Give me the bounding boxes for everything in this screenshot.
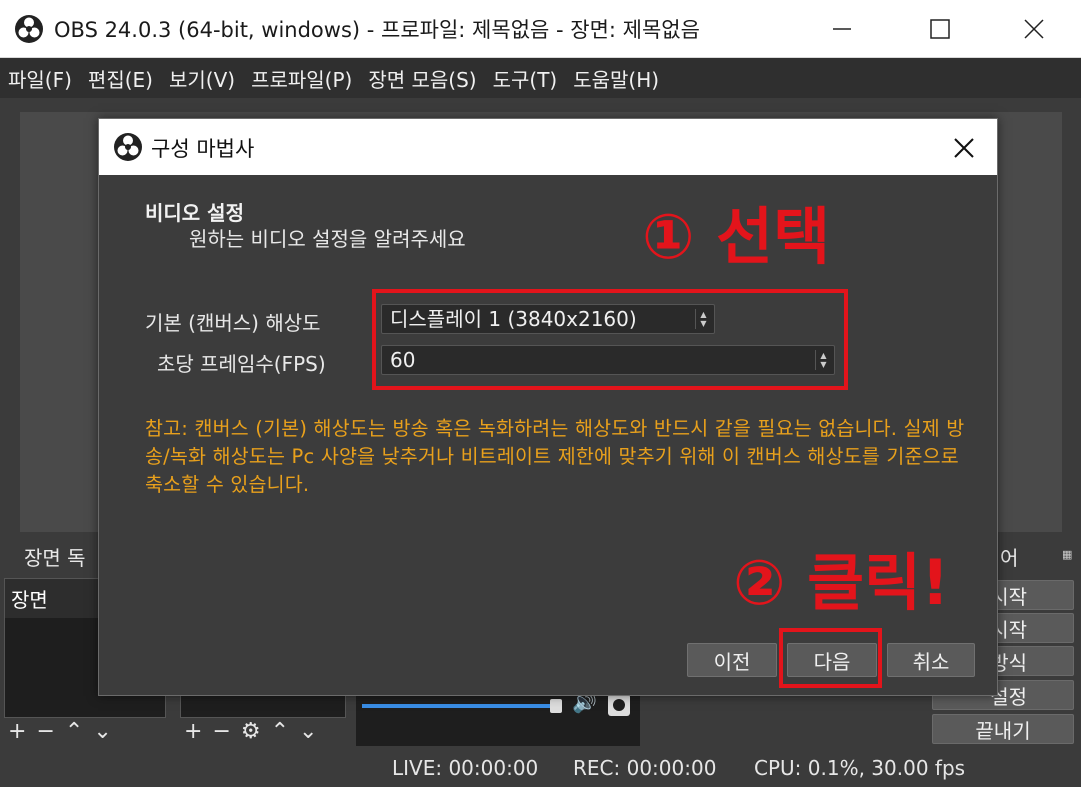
menu-bar: 파일(F) 편집(E) 보기(V) 프로파일(P) 장면 모음(S) 도구(T)…	[0, 58, 1081, 98]
volume-slider[interactable]	[362, 704, 554, 708]
menu-file[interactable]: 파일(F)	[8, 64, 72, 93]
minimize-icon	[833, 28, 851, 30]
move-up-icon[interactable]: ⌃	[271, 721, 289, 743]
menu-edit[interactable]: 편집(E)	[88, 64, 153, 93]
annotation-highlight-next	[779, 628, 882, 688]
resolution-note: 참고: 캔버스 (기본) 해상도는 방송 혹은 녹화하려는 해상도와 반드시 같…	[145, 417, 965, 496]
dock-float-icon[interactable]: ▦	[1062, 548, 1072, 561]
section-subtitle: 원하는 비디오 설정을 알려주세요	[189, 227, 466, 251]
close-icon	[954, 138, 974, 158]
dialog-close-button[interactable]	[947, 131, 981, 165]
annotation-step1-label: ① 선택	[642, 200, 831, 273]
close-icon	[1024, 19, 1044, 39]
dialog-title: 구성 마법사	[151, 137, 255, 161]
audio-settings-icon[interactable]	[608, 694, 630, 716]
controls-dock-title: 어	[1000, 546, 1019, 570]
annotation-step2-label: ② 클릭!	[733, 546, 950, 619]
scenes-dock-title: 장면 독	[24, 546, 86, 570]
fps-label: 초당 프레임수(FPS)	[157, 352, 326, 376]
sources-toolbar: + − ⚙ ⌃ ⌄	[184, 718, 328, 746]
cancel-button[interactable]: 취소	[887, 643, 975, 677]
rec-timer: REC: 00:00:00	[573, 756, 717, 780]
menu-tools[interactable]: 도구(T)	[493, 64, 558, 93]
resolution-label: 기본 (캔버스) 해상도	[145, 311, 321, 335]
menu-view[interactable]: 보기(V)	[169, 64, 235, 93]
add-icon[interactable]: +	[8, 721, 26, 743]
menu-scene-collection[interactable]: 장면 모음(S)	[368, 64, 476, 93]
back-button[interactable]: 이전	[687, 643, 777, 677]
menu-help[interactable]: 도움말(H)	[573, 64, 659, 93]
gear-icon[interactable]: ⚙	[241, 721, 261, 743]
maximize-button[interactable]	[910, 8, 970, 50]
maximize-icon	[930, 19, 950, 39]
section-title: 비디오 설정	[145, 201, 244, 225]
remove-icon[interactable]: −	[36, 721, 54, 743]
remove-icon[interactable]: −	[212, 721, 230, 743]
obs-logo-icon	[15, 15, 43, 43]
menu-profile[interactable]: 프로파일(P)	[251, 64, 352, 93]
scenes-toolbar: + − ⌃ ⌄	[8, 718, 122, 746]
volume-slider-handle[interactable]	[550, 699, 562, 713]
live-timer: LIVE: 00:00:00	[392, 756, 539, 780]
move-down-icon[interactable]: ⌄	[93, 721, 111, 743]
obs-logo-icon	[114, 133, 142, 161]
window-close-button[interactable]	[1004, 8, 1064, 50]
status-bar: LIVE: 00:00:00 REC: 00:00:00 CPU: 0.1%, …	[0, 750, 1081, 787]
annotation-highlight-settings	[372, 289, 848, 390]
cpu-usage: CPU: 0.1%, 30.00 fps	[754, 756, 966, 780]
exit-button[interactable]: 끝내기	[932, 714, 1074, 744]
move-up-icon[interactable]: ⌃	[65, 721, 83, 743]
dialog-titlebar: 구성 마법사	[99, 119, 997, 175]
window-title: OBS 24.0.3 (64-bit, windows) - 프로파일: 제목없…	[54, 18, 700, 42]
minimize-button[interactable]	[812, 8, 872, 50]
add-icon[interactable]: +	[184, 721, 202, 743]
window-titlebar: OBS 24.0.3 (64-bit, windows) - 프로파일: 제목없…	[0, 0, 1081, 58]
move-down-icon[interactable]: ⌄	[299, 721, 317, 743]
